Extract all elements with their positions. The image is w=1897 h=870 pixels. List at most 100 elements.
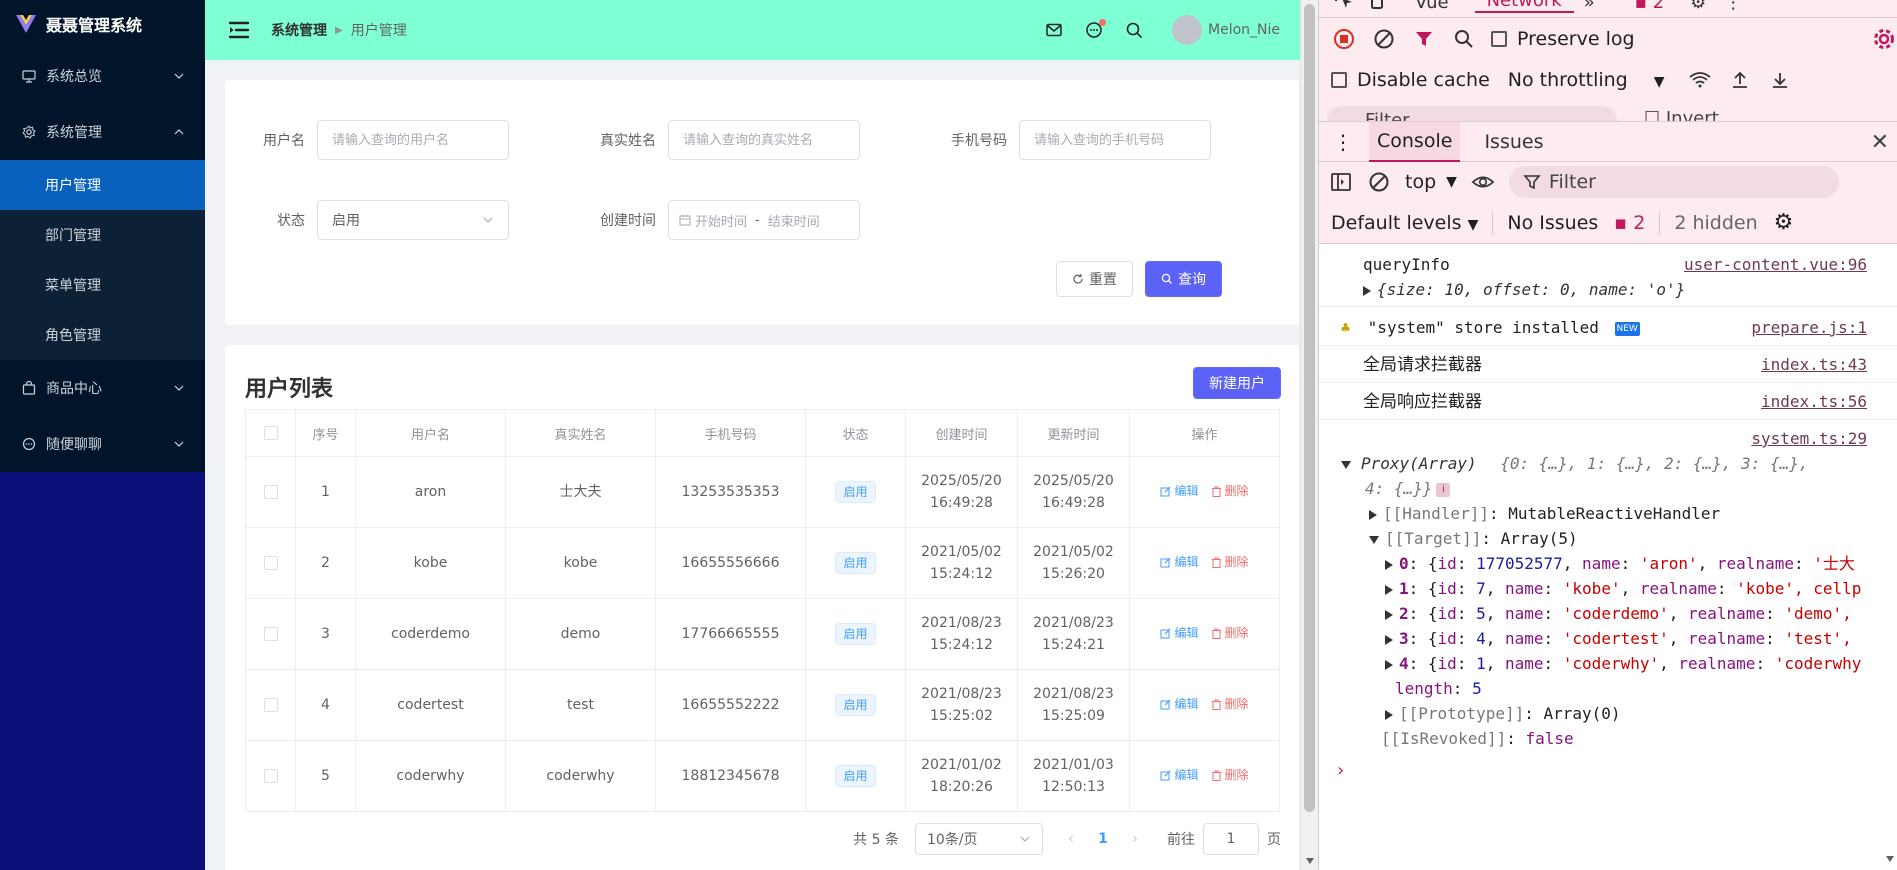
tab-issues[interactable]: Issues xyxy=(1476,123,1551,161)
edit-button[interactable]: 编辑 xyxy=(1160,622,1199,644)
collapse-arrow-icon[interactable] xyxy=(1341,460,1351,469)
expand-arrow-icon[interactable] xyxy=(1363,285,1371,296)
edit-button[interactable]: 编辑 xyxy=(1160,693,1199,715)
drawer-menu-icon[interactable]: ⋮ xyxy=(1333,130,1353,154)
proxy-item-line[interactable]: 1: {id: 7, name: 'kobe', realname: 'kobe… xyxy=(1319,576,1897,601)
preserve-log-checkbox[interactable] xyxy=(1491,30,1507,47)
menu-fold-icon[interactable] xyxy=(227,18,251,42)
mail-icon[interactable] xyxy=(1044,20,1064,40)
console-prompt-icon[interactable]: › xyxy=(1337,760,1344,781)
wifi-settings-icon[interactable] xyxy=(1687,67,1713,93)
sidebar-group-chat[interactable]: 随便聊聊 xyxy=(0,416,205,472)
no-issues-label[interactable]: No Issues xyxy=(1507,212,1598,234)
log-source-link[interactable]: index.ts:56 xyxy=(1761,389,1867,414)
target-line[interactable]: [[Target]]: Array(5) xyxy=(1319,526,1897,551)
prototype-line[interactable]: [[Prototype]]: Array(0) xyxy=(1319,701,1897,726)
sidebar-item-menus[interactable]: 菜单管理 xyxy=(0,260,205,310)
device-toggle-icon[interactable] xyxy=(1367,0,1389,11)
download-icon[interactable] xyxy=(1767,67,1793,93)
proxy-item-line[interactable]: 0: {id: 177052577, name: 'aron', realnam… xyxy=(1319,551,1897,576)
user-menu[interactable]: Melon_Nie xyxy=(1172,15,1280,45)
eye-icon[interactable] xyxy=(1471,170,1495,194)
clear-console-icon[interactable] xyxy=(1367,170,1391,194)
scroll-down-arrow-icon[interactable] xyxy=(1886,856,1894,862)
next-page-icon[interactable]: › xyxy=(1123,831,1147,847)
expand-arrow-icon[interactable] xyxy=(1385,659,1393,670)
console-settings-icon[interactable]: ⚙ xyxy=(1774,210,1794,235)
log-object-line[interactable]: {size: 10, offset: 0, name: 'o'} xyxy=(1319,277,1897,302)
expand-arrow-icon[interactable] xyxy=(1385,709,1393,720)
tab-network[interactable]: Network xyxy=(1474,0,1574,13)
throttling-select[interactable]: No throttling ▼ xyxy=(1508,69,1665,91)
reset-button[interactable]: 重置 xyxy=(1056,261,1133,297)
prev-page-icon[interactable]: ‹ xyxy=(1059,831,1083,847)
delete-button[interactable]: 删除 xyxy=(1211,551,1249,573)
network-filter-input[interactable]: Filter xyxy=(1327,106,1617,121)
status-select[interactable]: 启用 xyxy=(317,200,509,240)
context-select[interactable]: top ▼ xyxy=(1405,171,1457,193)
devtools-scrollbar[interactable] xyxy=(1883,0,1897,870)
page-size-select[interactable]: 10条/页 xyxy=(915,823,1043,855)
delete-button[interactable]: 删除 xyxy=(1211,480,1249,502)
app-scrollbar[interactable] xyxy=(1300,0,1318,870)
edit-button[interactable]: 编辑 xyxy=(1160,764,1199,786)
proxy-item-line[interactable]: 4: {id: 1, name: 'coderwhy', realname: '… xyxy=(1319,651,1897,676)
issues-count-badge[interactable]: ▪ 2 xyxy=(1614,212,1645,234)
handler-line[interactable]: [[Handler]]: MutableReactiveHandler xyxy=(1319,501,1897,526)
log-source-link[interactable]: system.ts:29 xyxy=(1751,426,1867,451)
delete-button[interactable]: 删除 xyxy=(1211,622,1249,644)
goto-page-input[interactable] xyxy=(1203,823,1259,855)
more-tabs-icon[interactable]: » xyxy=(1584,0,1595,13)
log-source-link[interactable]: prepare.js:1 xyxy=(1751,315,1867,340)
expand-arrow-icon[interactable] xyxy=(1385,559,1393,570)
expand-arrow-icon[interactable] xyxy=(1385,609,1393,620)
expand-arrow-icon[interactable] xyxy=(1369,509,1377,520)
realname-input[interactable] xyxy=(668,120,860,160)
expand-arrow-icon[interactable] xyxy=(1385,584,1393,595)
message-icon[interactable] xyxy=(1084,19,1106,40)
sidebar-group-overview[interactable]: 系统总览 xyxy=(0,48,205,104)
proxy-head-line[interactable]: Proxy(Array) {0: {…}, 1: {…}, 2: {…}, 3:… xyxy=(1319,451,1897,476)
edit-button[interactable]: 编辑 xyxy=(1160,551,1199,573)
filter-icon[interactable] xyxy=(1411,26,1437,52)
date-range-picker[interactable]: 开始时间 - 结束时间 xyxy=(668,200,860,240)
disable-cache-checkbox[interactable] xyxy=(1331,71,1347,88)
scroll-down-arrow-icon[interactable] xyxy=(1306,858,1314,864)
expand-arrow-icon[interactable] xyxy=(1385,634,1393,645)
issues-badge[interactable]: ▪ 2 xyxy=(1635,0,1664,13)
collapse-arrow-icon[interactable] xyxy=(1369,535,1379,544)
log-source-link[interactable]: user-content.vue:96 xyxy=(1684,252,1867,277)
log-levels-select[interactable]: Default levels ▼ xyxy=(1331,212,1478,234)
sidebar-group-system[interactable]: 系统管理 xyxy=(0,104,205,160)
delete-button[interactable]: 删除 xyxy=(1211,764,1249,786)
select-all-checkbox[interactable] xyxy=(263,426,278,440)
row-checkbox[interactable] xyxy=(263,485,278,499)
upload-icon[interactable] xyxy=(1727,67,1753,93)
row-checkbox[interactable] xyxy=(263,698,278,712)
sidebar-logo[interactable]: 聂聂管理系统 xyxy=(0,0,205,48)
proxy-item-line[interactable]: 3: {id: 4, name: 'codertest', realname: … xyxy=(1319,626,1897,651)
row-checkbox[interactable] xyxy=(263,627,278,641)
sidebar-item-users[interactable]: 用户管理 xyxy=(0,160,205,210)
invert-checkbox[interactable]: ☐ Invert xyxy=(1644,108,1719,121)
search-icon[interactable] xyxy=(1451,26,1477,52)
search-icon[interactable] xyxy=(1124,20,1144,40)
sidebar-toggle-icon[interactable] xyxy=(1329,170,1353,194)
scrollbar-thumb[interactable] xyxy=(1304,4,1315,812)
breadcrumb-item-system[interactable]: 系统管理 xyxy=(271,20,327,40)
kebab-menu-icon[interactable]: ⋮ xyxy=(1724,0,1742,13)
tab-console[interactable]: Console xyxy=(1369,121,1461,162)
sidebar-item-roles[interactable]: 角色管理 xyxy=(0,310,205,360)
clear-icon[interactable] xyxy=(1371,26,1397,52)
page-number-current[interactable]: 1 xyxy=(1089,831,1117,847)
record-stop-icon[interactable] xyxy=(1331,26,1357,52)
username-input[interactable] xyxy=(317,120,509,160)
inspect-icon[interactable] xyxy=(1333,0,1355,11)
new-user-button[interactable]: 新建用户 xyxy=(1193,367,1281,399)
query-button[interactable]: 查询 xyxy=(1145,261,1222,297)
info-icon[interactable]: i xyxy=(1436,482,1451,497)
row-checkbox[interactable] xyxy=(263,769,278,783)
log-source-link[interactable]: index.ts:43 xyxy=(1761,352,1867,377)
row-checkbox[interactable] xyxy=(263,556,278,570)
sidebar-group-products[interactable]: 商品中心 xyxy=(0,360,205,416)
